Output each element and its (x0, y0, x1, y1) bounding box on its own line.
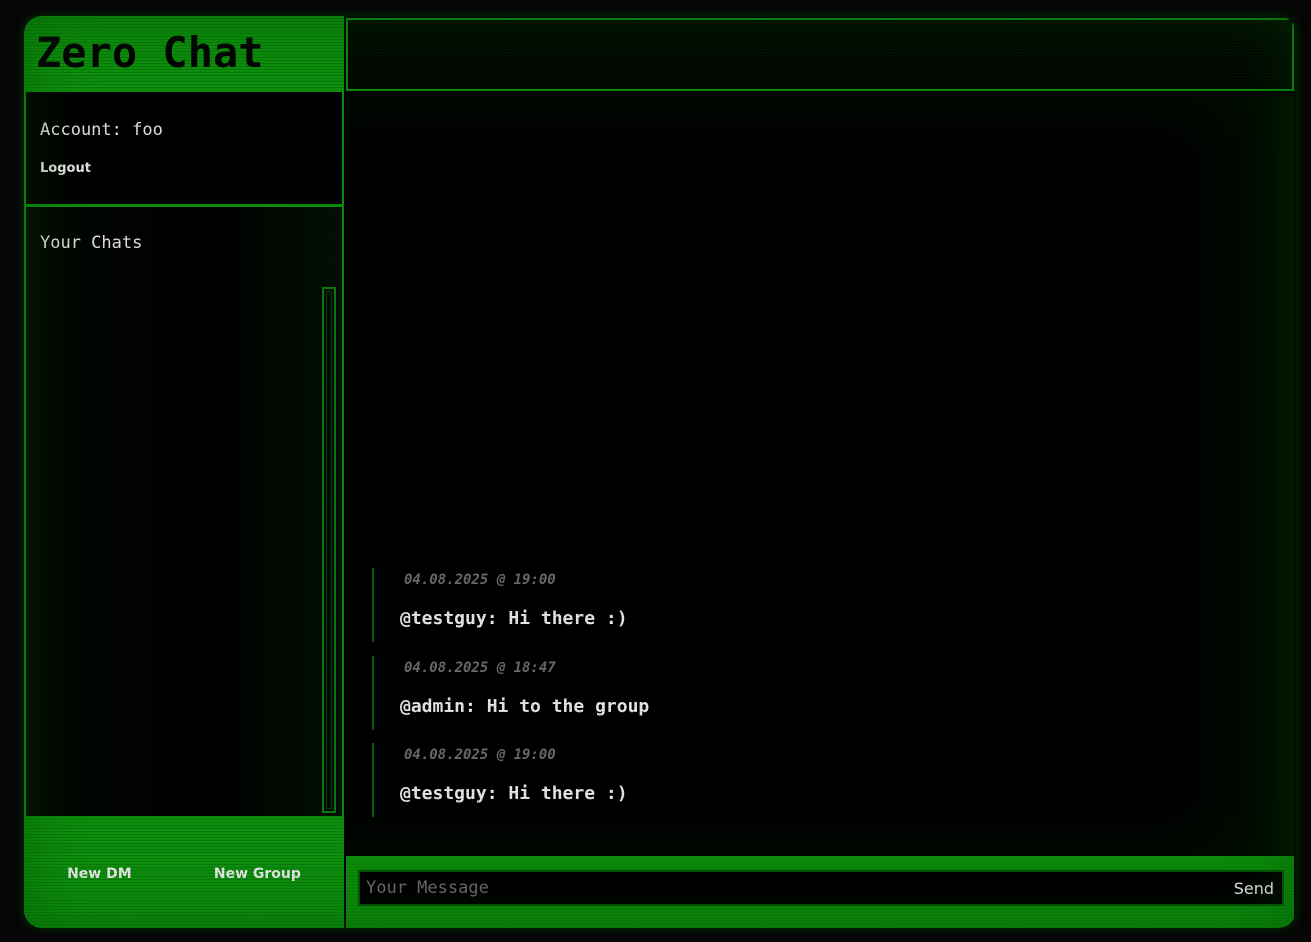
sidebar-actions: New DM New Group (24, 818, 344, 928)
app-header-brand: Zero Chat (24, 16, 344, 90)
message-timestamp: 04.08.2025 @ 19:00 (404, 747, 556, 763)
scrollbar-track (326, 291, 332, 809)
message-input[interactable] (360, 872, 1220, 904)
send-button[interactable]: Send (1230, 874, 1278, 902)
message-text: @testguy: Hi there :) (400, 608, 628, 629)
message-text: @testguy: Hi there :) (400, 783, 628, 804)
message-item: 04.08.2025 @ 19:00 @testguy: Hi there :) (372, 743, 974, 817)
message-list[interactable]: 04.08.2025 @ 19:00 @testguy: Hi there :)… (346, 96, 1294, 856)
chat-header-bar (346, 18, 1294, 91)
message-timestamp: 04.08.2025 @ 19:00 (404, 572, 556, 588)
app-window: Zero Chat Account: foo Logout Your Chats… (24, 16, 1296, 928)
chat-list-scrollbar[interactable] (322, 287, 336, 813)
chats-title: Your Chats (40, 233, 143, 253)
new-dm-button[interactable]: New DM (59, 862, 140, 886)
message-item: 04.08.2025 @ 18:47 @admin: Hi to the gro… (372, 656, 974, 730)
message-composer: Send (346, 856, 1294, 928)
account-label: Account: foo (40, 120, 163, 140)
chats-panel: Your Chats (24, 206, 344, 818)
app-title: Zero Chat (36, 28, 264, 77)
message-item: 04.08.2025 @ 19:00 @testguy: Hi there :) (372, 568, 974, 642)
composer-box: Send (358, 870, 1284, 906)
message-text: @admin: Hi to the group (400, 696, 650, 717)
message-timestamp: 04.08.2025 @ 18:47 (404, 660, 556, 676)
account-panel: Account: foo Logout (24, 90, 344, 206)
logout-link[interactable]: Logout (40, 161, 91, 176)
new-group-button[interactable]: New Group (206, 862, 309, 886)
sidebar: Account: foo Logout Your Chats New DM Ne… (24, 90, 344, 928)
